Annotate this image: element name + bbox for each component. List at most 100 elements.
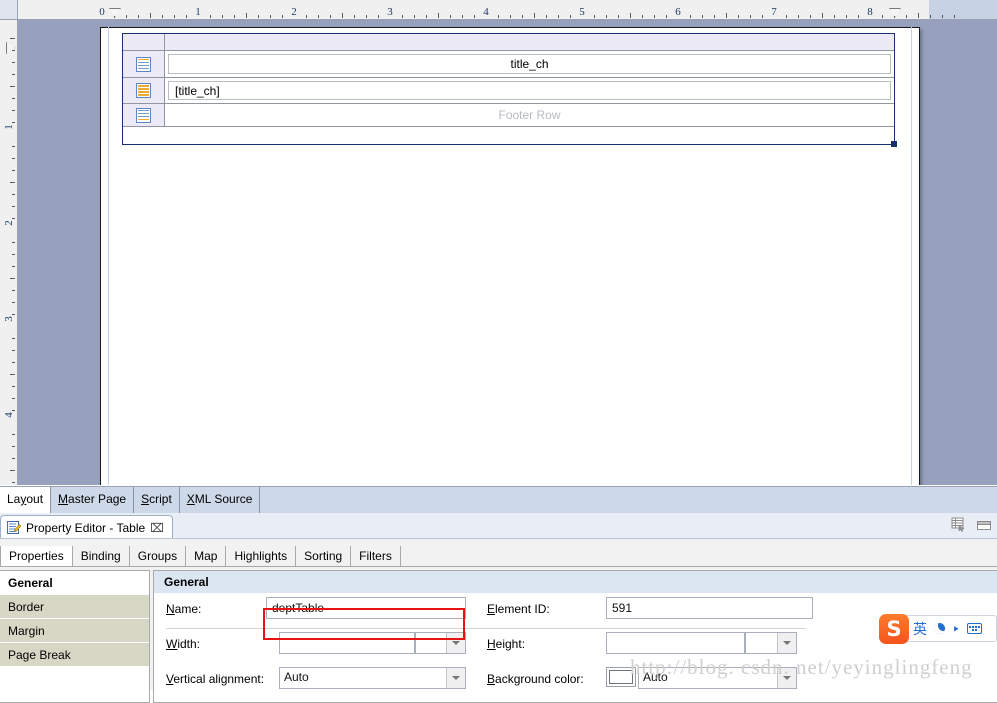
editor-tab-xml-source[interactable]: XML Source <box>180 487 261 513</box>
ruler-tick <box>378 15 379 18</box>
editor-tab-bar[interactable]: Layout Master Page Script XML Source <box>0 486 997 513</box>
comma-icon[interactable]: ‣ <box>952 622 960 636</box>
chevron-down-icon[interactable] <box>777 668 796 688</box>
chevron-down-icon[interactable] <box>446 633 465 653</box>
tab-label: Master Page <box>58 492 127 506</box>
ruler-corner <box>0 0 18 20</box>
keyboard-icon[interactable] <box>967 623 983 634</box>
category-label: Page Break <box>8 648 71 662</box>
ruler-tick <box>738 15 739 18</box>
property-tab-sorting[interactable]: Sorting <box>296 546 352 567</box>
background-color-label: Background color: <box>487 672 584 686</box>
ruler-tick <box>12 254 15 255</box>
ime-mode-label[interactable]: 英 <box>913 622 927 636</box>
editor-tab-script[interactable]: Script <box>134 487 180 513</box>
tab-label: Map <box>194 549 218 563</box>
ruler-tick <box>12 98 15 99</box>
property-tab-binding[interactable]: Binding <box>73 546 130 567</box>
property-tab-bar[interactable]: Properties Binding Groups Map Highlights Sort… <box>0 546 997 567</box>
property-editor-tab[interactable]: Property Editor - Table ⌧ <box>0 515 173 539</box>
minimize-icon[interactable] <box>977 519 991 533</box>
tab-label: Properties <box>9 549 64 563</box>
property-category-list[interactable]: General Border Margin Page Break <box>0 570 150 703</box>
ruler-tick <box>666 15 667 18</box>
property-tab-map[interactable]: Map <box>186 546 227 567</box>
editor-tab-master-page[interactable]: Master Page <box>51 487 135 513</box>
ruler-tick <box>12 290 15 291</box>
table-column-header-band[interactable] <box>164 33 895 51</box>
ruler-tick <box>786 15 787 18</box>
sogou-ime-toolbar[interactable]: S 英 ‣ <box>879 614 997 644</box>
background-color-value[interactable]: Auto <box>638 667 778 689</box>
ruler-tick <box>306 15 307 18</box>
height-input[interactable] <box>606 632 745 654</box>
left-margin-marker[interactable] <box>109 8 121 17</box>
category-border[interactable]: Border <box>0 595 149 619</box>
property-editor-view[interactable]: Property Editor - Table ⌧ Properties Bin… <box>0 513 997 703</box>
property-tab-highlights[interactable]: Highlights <box>226 546 297 567</box>
ruler-tick <box>570 15 571 18</box>
element-id-input[interactable]: 591 <box>606 597 813 619</box>
property-tab-underline <box>0 566 997 567</box>
right-margin-marker[interactable] <box>889 8 901 17</box>
table-corner-handle[interactable] <box>122 33 165 51</box>
editor-tab-layout[interactable]: Layout <box>0 487 52 513</box>
ruler-tick <box>10 38 15 39</box>
category-margin[interactable]: Margin <box>0 619 149 643</box>
ruler-label: 5 <box>579 6 585 18</box>
ruler-label: 6 <box>675 6 681 18</box>
width-unit-select[interactable] <box>415 632 466 654</box>
table-element[interactable]: title_ch [title_ch] Footer Row <box>122 33 895 145</box>
ruler-tick <box>522 15 523 18</box>
chevron-down-icon[interactable] <box>446 668 465 688</box>
ruler-tick <box>12 242 15 243</box>
background-color-swatch[interactable] <box>606 667 636 687</box>
ruler-tick <box>414 15 415 18</box>
ruler-tick <box>714 15 715 18</box>
sogou-logo-icon[interactable]: S <box>879 614 909 644</box>
header-cell-label[interactable]: title_ch <box>168 54 891 74</box>
table-header-row[interactable]: title_ch <box>122 51 895 78</box>
width-input[interactable] <box>279 632 415 654</box>
property-general-pane[interactable]: General Name: deptTable Element ID: 591 … <box>153 570 997 703</box>
property-tab-properties[interactable]: Properties <box>0 546 73 567</box>
table-detail-row[interactable]: [title_ch] <box>122 78 895 104</box>
ruler-tick <box>12 218 15 219</box>
table-row-handle[interactable] <box>122 51 165 78</box>
name-input[interactable]: deptTable <box>266 597 466 619</box>
category-page-break[interactable]: Page Break <box>0 643 149 667</box>
moon-icon[interactable] <box>934 623 945 634</box>
vertical-alignment-value[interactable]: Auto <box>279 667 447 689</box>
table-header-cell[interactable]: title_ch <box>164 51 895 78</box>
tab-label: Filters <box>359 549 392 563</box>
ruler-tick <box>630 13 631 18</box>
horizontal-ruler[interactable]: 0 1 2 3 4 5 6 7 8 <box>18 0 997 20</box>
ruler-tick <box>762 15 763 18</box>
ruler-tick <box>270 15 271 18</box>
ruler-tick <box>12 338 15 339</box>
chevron-down-icon[interactable] <box>777 633 796 653</box>
detail-cell-data-binding[interactable]: [title_ch] <box>168 81 891 100</box>
ruler-tick <box>534 13 535 18</box>
ruler-tick <box>12 446 15 447</box>
ruler-tick <box>702 15 703 18</box>
table-footer-row[interactable]: Footer Row <box>122 104 895 127</box>
ruler-tick <box>750 15 751 18</box>
form-row-alignment: Vertical alignment: Auto Background colo… <box>154 667 997 702</box>
form-row-name: Name: deptTable Element ID: 591 <box>154 597 997 632</box>
table-detail-cell[interactable]: [title_ch] <box>164 78 895 104</box>
report-design-canvas[interactable]: title_ch [title_ch] Footer Row <box>18 20 997 485</box>
top-margin-marker[interactable] <box>6 42 15 54</box>
table-row-handle[interactable] <box>122 78 165 104</box>
property-tab-filters[interactable]: Filters <box>351 546 401 567</box>
ruler-tick <box>12 206 15 207</box>
property-tab-groups[interactable]: Groups <box>130 546 187 567</box>
close-icon[interactable]: ⌧ <box>150 522 164 534</box>
category-general[interactable]: General <box>0 571 149 595</box>
table-row-handle[interactable] <box>122 104 165 127</box>
property-editor-toolbar[interactable] <box>951 517 991 535</box>
show-advanced-properties-icon[interactable] <box>951 517 966 535</box>
height-unit-select[interactable] <box>745 632 797 654</box>
table-footer-cell[interactable]: Footer Row <box>164 104 895 127</box>
vertical-ruler[interactable]: 1 2 3 4 <box>0 20 18 485</box>
